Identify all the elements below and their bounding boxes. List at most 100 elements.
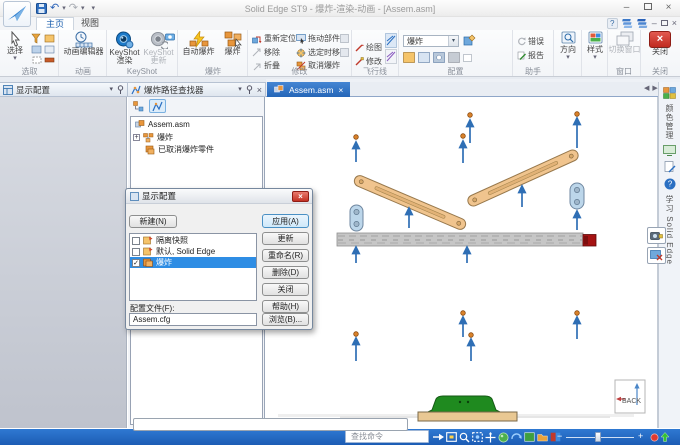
learn-help-icon[interactable]: ? — [664, 178, 676, 190]
panel-dropdown-icon[interactable]: ▾ — [109, 86, 113, 94]
doc-restore-button[interactable] — [661, 18, 668, 29]
zoom-slider-knob[interactable] — [595, 432, 601, 442]
explode-button[interactable]: 爆炸 — [219, 31, 246, 56]
close-era-button[interactable]: × 关闭 — [645, 31, 675, 56]
shaded-view-icon[interactable] — [497, 431, 509, 443]
tab-view[interactable]: 视图 — [72, 17, 108, 30]
style-dropdown[interactable]: ▾ — [593, 54, 597, 62]
document-tab-close-icon[interactable]: × — [338, 85, 343, 95]
pathfinder-close-icon[interactable]: × — [257, 85, 262, 95]
color-manager-icon[interactable] — [663, 87, 676, 99]
link-bar-right[interactable] — [466, 148, 580, 208]
view-orientation-indicator[interactable]: BACK — [615, 380, 645, 413]
zoom-in-icon[interactable]: + — [638, 429, 643, 443]
pathfinder-paths-tab[interactable] — [149, 99, 166, 113]
dock-tab-color-manager[interactable]: 颜色管理 — [664, 104, 675, 140]
pan-icon[interactable] — [484, 431, 496, 443]
doc-close-button[interactable]: × — [672, 18, 677, 29]
zoom-area-icon[interactable] — [471, 431, 483, 443]
pin-icon[interactable] — [117, 85, 124, 94]
pathfinder-dropdown-icon[interactable]: ▾ — [238, 86, 242, 94]
help-button[interactable]: 帮助(H) — [262, 300, 309, 313]
close-button[interactable]: × — [661, 1, 676, 14]
config-list-item[interactable]: 默认, Solid Edge — [130, 246, 256, 257]
config-actions-icons[interactable] — [403, 52, 507, 64]
pathfinder-pin-icon[interactable] — [246, 85, 253, 94]
config-checkbox[interactable] — [132, 248, 140, 256]
screen-icon[interactable] — [663, 145, 676, 156]
auto-explode-button[interactable]: 自动爆炸 — [180, 31, 217, 56]
base-part[interactable] — [418, 396, 517, 421]
doc-minimize-button[interactable]: – — [652, 18, 657, 29]
minimize-button[interactable]: – — [619, 1, 634, 14]
theme-icon[interactable] — [622, 18, 633, 29]
config-list-item[interactable]: 隔离快照 — [130, 235, 256, 246]
pivot-plate-right[interactable] — [570, 183, 584, 209]
tab-home[interactable]: 主页 — [36, 17, 74, 30]
tree-item-explode[interactable]: + 爆炸 — [133, 132, 173, 143]
select-tools-icons[interactable] — [30, 33, 58, 65]
select-button[interactable]: 选择 ▾ — [3, 31, 27, 63]
select-dropdown[interactable]: ▾ — [13, 55, 17, 63]
remove-button[interactable]: 移除 — [252, 47, 280, 58]
view-overrides-icon[interactable] — [536, 431, 548, 443]
redo-dropdown[interactable]: ▾ — [81, 5, 85, 13]
application-button[interactable] — [3, 1, 31, 27]
config-checkbox-checked[interactable]: ✓ — [132, 259, 140, 267]
save-icon[interactable] — [36, 3, 47, 14]
drag-part-button[interactable]: 拖动部件 — [296, 33, 340, 44]
dialog-close-button[interactable]: × — [292, 191, 309, 202]
graphics-viewport[interactable]: BACK — [266, 97, 658, 428]
config-file-input[interactable]: Assem.cfg — [129, 313, 257, 326]
help-icon[interactable]: ? — [607, 18, 618, 29]
tree-item-root[interactable]: Assem.asm — [135, 120, 190, 129]
orientation-button[interactable]: 方向 ▾ — [554, 31, 582, 62]
dialog-titlebar[interactable]: 显示配置 — [126, 189, 312, 204]
view-styles-icon[interactable] — [523, 431, 535, 443]
rotate-view-icon[interactable] — [510, 431, 522, 443]
document-edit-icon[interactable] — [664, 161, 676, 173]
zoom-tool-icon[interactable] — [458, 431, 470, 443]
qat-customize-dropdown[interactable]: ▾ — [91, 5, 95, 13]
config-checkbox[interactable] — [132, 237, 140, 245]
reposition-button[interactable]: 重新定位 — [252, 33, 296, 44]
close-view-overlay-button[interactable] — [647, 247, 666, 264]
tab-nav-right-icon[interactable]: ▶ — [652, 84, 657, 92]
update-button[interactable]: 更新 — [262, 232, 309, 245]
link-bar-left[interactable] — [353, 174, 468, 231]
command-finder-arrow-icon[interactable] — [432, 431, 444, 443]
apply-button[interactable]: 应用(A) — [262, 214, 309, 228]
flight-draw-button[interactable]: 绘图 — [355, 42, 382, 53]
undo-dropdown[interactable]: ▾ — [62, 5, 66, 13]
document-tab[interactable]: Assem.asm × — [267, 82, 350, 97]
keyshot-render-button[interactable]: KeyShot 渲染 — [109, 31, 140, 65]
switch-window-button[interactable]: 切换窗口 — [608, 31, 641, 54]
config-combo-dropdown[interactable]: ▾ — [448, 36, 458, 46]
redo-button[interactable]: ↷ — [69, 2, 78, 15]
errors-button[interactable]: 错误 — [517, 36, 544, 47]
new-config-button[interactable]: 新建(N) — [129, 215, 177, 228]
dialog-close-action-button[interactable]: 关闭 — [262, 283, 309, 296]
flight-toggle-icons[interactable] — [385, 33, 397, 64]
command-finder-input[interactable]: 查找命令 — [345, 430, 429, 443]
style-button[interactable]: 样式 ▾ — [582, 31, 608, 62]
keyshot-camera-icon[interactable] — [165, 32, 175, 41]
fit-view-icon[interactable] — [445, 431, 457, 443]
zoom-out-icon[interactable]: − — [557, 429, 562, 443]
browse-button[interactable]: 浏览(B)... — [262, 313, 309, 326]
orientation-dropdown[interactable]: ▾ — [566, 54, 570, 62]
rename-button[interactable]: 重命名(R) — [262, 249, 309, 262]
animation-editor-button[interactable]: 动画编辑器 — [60, 31, 107, 56]
tree-item-unexploded[interactable]: 已取消爆炸零件 — [145, 144, 214, 155]
undo-button[interactable]: ↶ — [50, 2, 59, 15]
modify-option-icon[interactable] — [340, 34, 349, 43]
config-new-icon[interactable] — [463, 34, 476, 47]
tab-nav-left-icon[interactable]: ◀ — [644, 84, 649, 92]
launch-icon[interactable] — [659, 431, 671, 443]
pathfinder-structure-tab[interactable] — [130, 99, 147, 113]
style-stack-icon[interactable] — [637, 18, 648, 29]
config-combo[interactable]: 爆炸 ▾ — [403, 35, 459, 47]
camera-lock-button[interactable] — [647, 227, 666, 244]
threaded-rod[interactable] — [337, 233, 596, 246]
modify-option2-icon[interactable] — [340, 48, 349, 57]
